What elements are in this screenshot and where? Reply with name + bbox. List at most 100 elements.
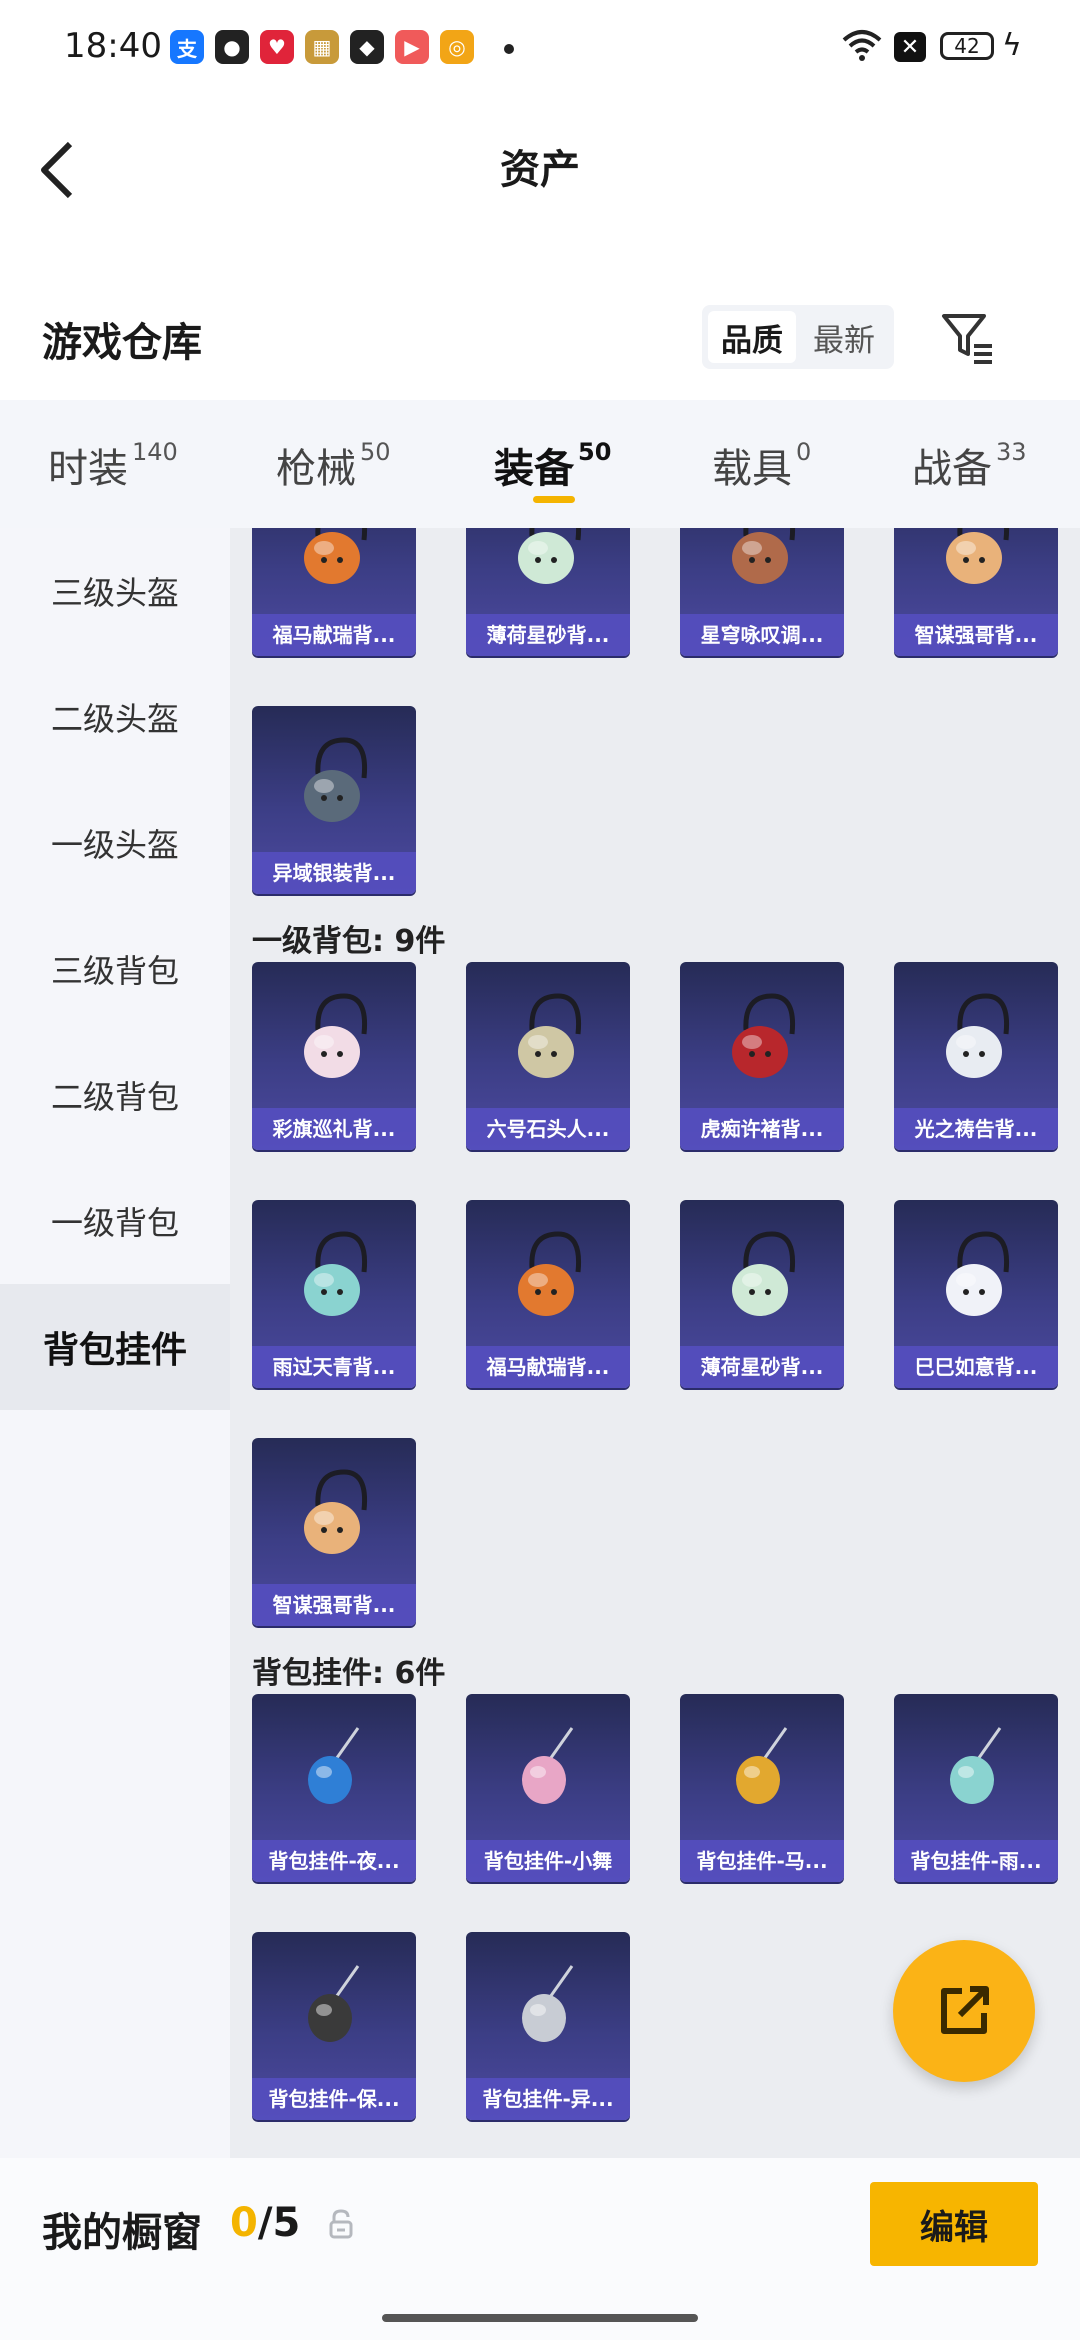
sidebar-item-6[interactable]: 背包挂件: [0, 1284, 230, 1410]
tech-backpack-icon: [304, 737, 368, 822]
item-grid-area[interactable]: 福马献瑞背... 薄荷星砂背... 星穹咏叹调... 智谋强哥背... 异域银装背...…: [230, 528, 1080, 2158]
showcase-label: 我的橱窗: [42, 2210, 202, 2256]
horse-backpack-icon: [518, 1231, 582, 1316]
no-sim-icon: ✕: [894, 32, 926, 62]
tab-count: 50: [578, 438, 612, 466]
sidebar-item-0[interactable]: 三级头盔: [0, 528, 230, 654]
horse-backpack-icon: [304, 528, 368, 584]
flag-backpack-icon: [304, 993, 368, 1078]
sort-quality-button[interactable]: 品质: [708, 311, 796, 363]
warehouse-title: 游戏仓库: [42, 320, 202, 366]
item-name: 六号石头人...: [466, 1108, 630, 1150]
item-card[interactable]: 薄荷星砂背...: [466, 528, 630, 656]
item-name: 星穹咏叹调...: [680, 614, 844, 656]
tab-count: 140: [132, 438, 178, 466]
sort-newest-button[interactable]: 最新: [800, 311, 888, 363]
active-tab-indicator: [533, 496, 575, 503]
battery-icon: 42: [940, 32, 994, 60]
item-card[interactable]: 彩旗巡礼背...: [252, 962, 416, 1150]
page-title: 资产: [500, 147, 580, 193]
wing-charm-icon: [522, 1965, 574, 2042]
alipay-icon: 支: [170, 30, 204, 64]
shield-app-icon: ◆: [350, 30, 384, 64]
tab-0[interactable]: 时装 140: [48, 436, 178, 494]
item-name: 背包挂件-马...: [680, 1840, 844, 1882]
item-name: 虎痴许褚背...: [680, 1108, 844, 1150]
showcase-current: 0: [230, 2200, 258, 2246]
stone-backpack-icon: [518, 993, 582, 1078]
item-name: 福马献瑞背...: [466, 1346, 630, 1388]
item-card[interactable]: 福马献瑞背...: [252, 528, 416, 656]
home-indicator[interactable]: [382, 2314, 698, 2322]
tab-1[interactable]: 枪械 50: [276, 436, 391, 494]
lock-icon: [329, 2209, 353, 2239]
face-backpack-icon: [304, 1469, 368, 1554]
item-name: 巳巳如意背...: [894, 1346, 1058, 1388]
celadon-backpack-icon: [304, 1231, 368, 1316]
sidebar-item-4[interactable]: 二级背包: [0, 1032, 230, 1158]
item-card[interactable]: 星穹咏叹调...: [680, 528, 844, 656]
item-name: 薄荷星砂背...: [466, 614, 630, 656]
mint-backpack-icon: [518, 528, 582, 584]
item-name: 智谋强哥背...: [252, 1584, 416, 1626]
beetle-charm-icon: [308, 1727, 360, 1804]
share-export-icon: [941, 1986, 989, 2034]
game-app-icon: ▦: [305, 30, 339, 64]
wechat-icon: ●: [215, 30, 249, 64]
item-card[interactable]: 巳巳如意背...: [894, 1200, 1058, 1388]
sword-charm-icon: [950, 1727, 1002, 1804]
item-card[interactable]: 智谋强哥背...: [252, 1438, 416, 1626]
light-backpack-icon: [946, 993, 1010, 1078]
star-backpack-icon: [732, 528, 796, 584]
sidebar-item-2[interactable]: 一级头盔: [0, 780, 230, 906]
item-card[interactable]: 福马献瑞背...: [466, 1200, 630, 1388]
item-name: 福马献瑞背...: [252, 614, 416, 656]
face-backpack-icon: [946, 528, 1010, 584]
filter-icon[interactable]: [940, 310, 996, 366]
share-fab-button[interactable]: [893, 1940, 1035, 2082]
tab-count: 33: [996, 438, 1027, 466]
item-card[interactable]: 雨过天青背...: [252, 1200, 416, 1388]
wifi-icon: [842, 30, 882, 61]
charging-icon: ϟ: [1002, 28, 1022, 63]
showcase-count: 0/5: [230, 2200, 300, 2246]
item-card[interactable]: 背包挂件-雨...: [894, 1694, 1058, 1882]
item-card[interactable]: 六号石头人...: [466, 962, 630, 1150]
item-name: 背包挂件-夜...: [252, 1840, 416, 1882]
item-card[interactable]: 光之祷告背...: [894, 962, 1058, 1150]
edit-showcase-button[interactable]: 编辑: [870, 2182, 1038, 2266]
tab-2[interactable]: 装备 50: [494, 436, 611, 494]
item-name: 背包挂件-保...: [252, 2078, 416, 2120]
item-card[interactable]: 背包挂件-夜...: [252, 1694, 416, 1882]
shoe-charm-icon: [522, 1727, 574, 1804]
item-name: 雨过天青背...: [252, 1346, 416, 1388]
item-card[interactable]: 背包挂件-保...: [252, 1932, 416, 2120]
showcase-total: /5: [257, 2200, 301, 2246]
item-card[interactable]: 薄荷星砂背...: [680, 1200, 844, 1388]
item-name: 背包挂件-小舞: [466, 1840, 630, 1882]
tab-label: 枪械: [276, 446, 356, 492]
play-app-icon: ▶: [395, 30, 429, 64]
tiger-backpack-icon: [732, 993, 796, 1078]
item-name: 薄荷星砂背...: [680, 1346, 844, 1388]
tab-label: 战备: [912, 446, 992, 492]
section-title: 背包挂件: 6件: [252, 1656, 446, 1691]
sidebar-item-1[interactable]: 二级头盔: [0, 654, 230, 780]
item-card[interactable]: 虎痴许褚背...: [680, 962, 844, 1150]
item-card[interactable]: 背包挂件-马...: [680, 1694, 844, 1882]
item-name: 异域银装背...: [252, 852, 416, 894]
item-name: 智谋强哥背...: [894, 614, 1058, 656]
section-title: 一级背包: 9件: [252, 924, 446, 959]
item-card[interactable]: 异域银装背...: [252, 706, 416, 894]
tab-3[interactable]: 载具 0: [712, 436, 811, 494]
item-card[interactable]: 背包挂件-异...: [466, 1932, 630, 2120]
sidebar-item-3[interactable]: 三级背包: [0, 906, 230, 1032]
target-app-icon: ◎: [440, 30, 474, 64]
item-card[interactable]: 智谋强哥背...: [894, 528, 1058, 656]
sidebar-item-5[interactable]: 一级背包: [0, 1158, 230, 1284]
status-time: 18:40: [64, 26, 162, 66]
item-card[interactable]: 背包挂件-小舞: [466, 1694, 630, 1882]
tab-4[interactable]: 战备 33: [912, 436, 1027, 494]
radio-charm-icon: [308, 1965, 360, 2042]
tab-label: 时装: [48, 446, 128, 492]
